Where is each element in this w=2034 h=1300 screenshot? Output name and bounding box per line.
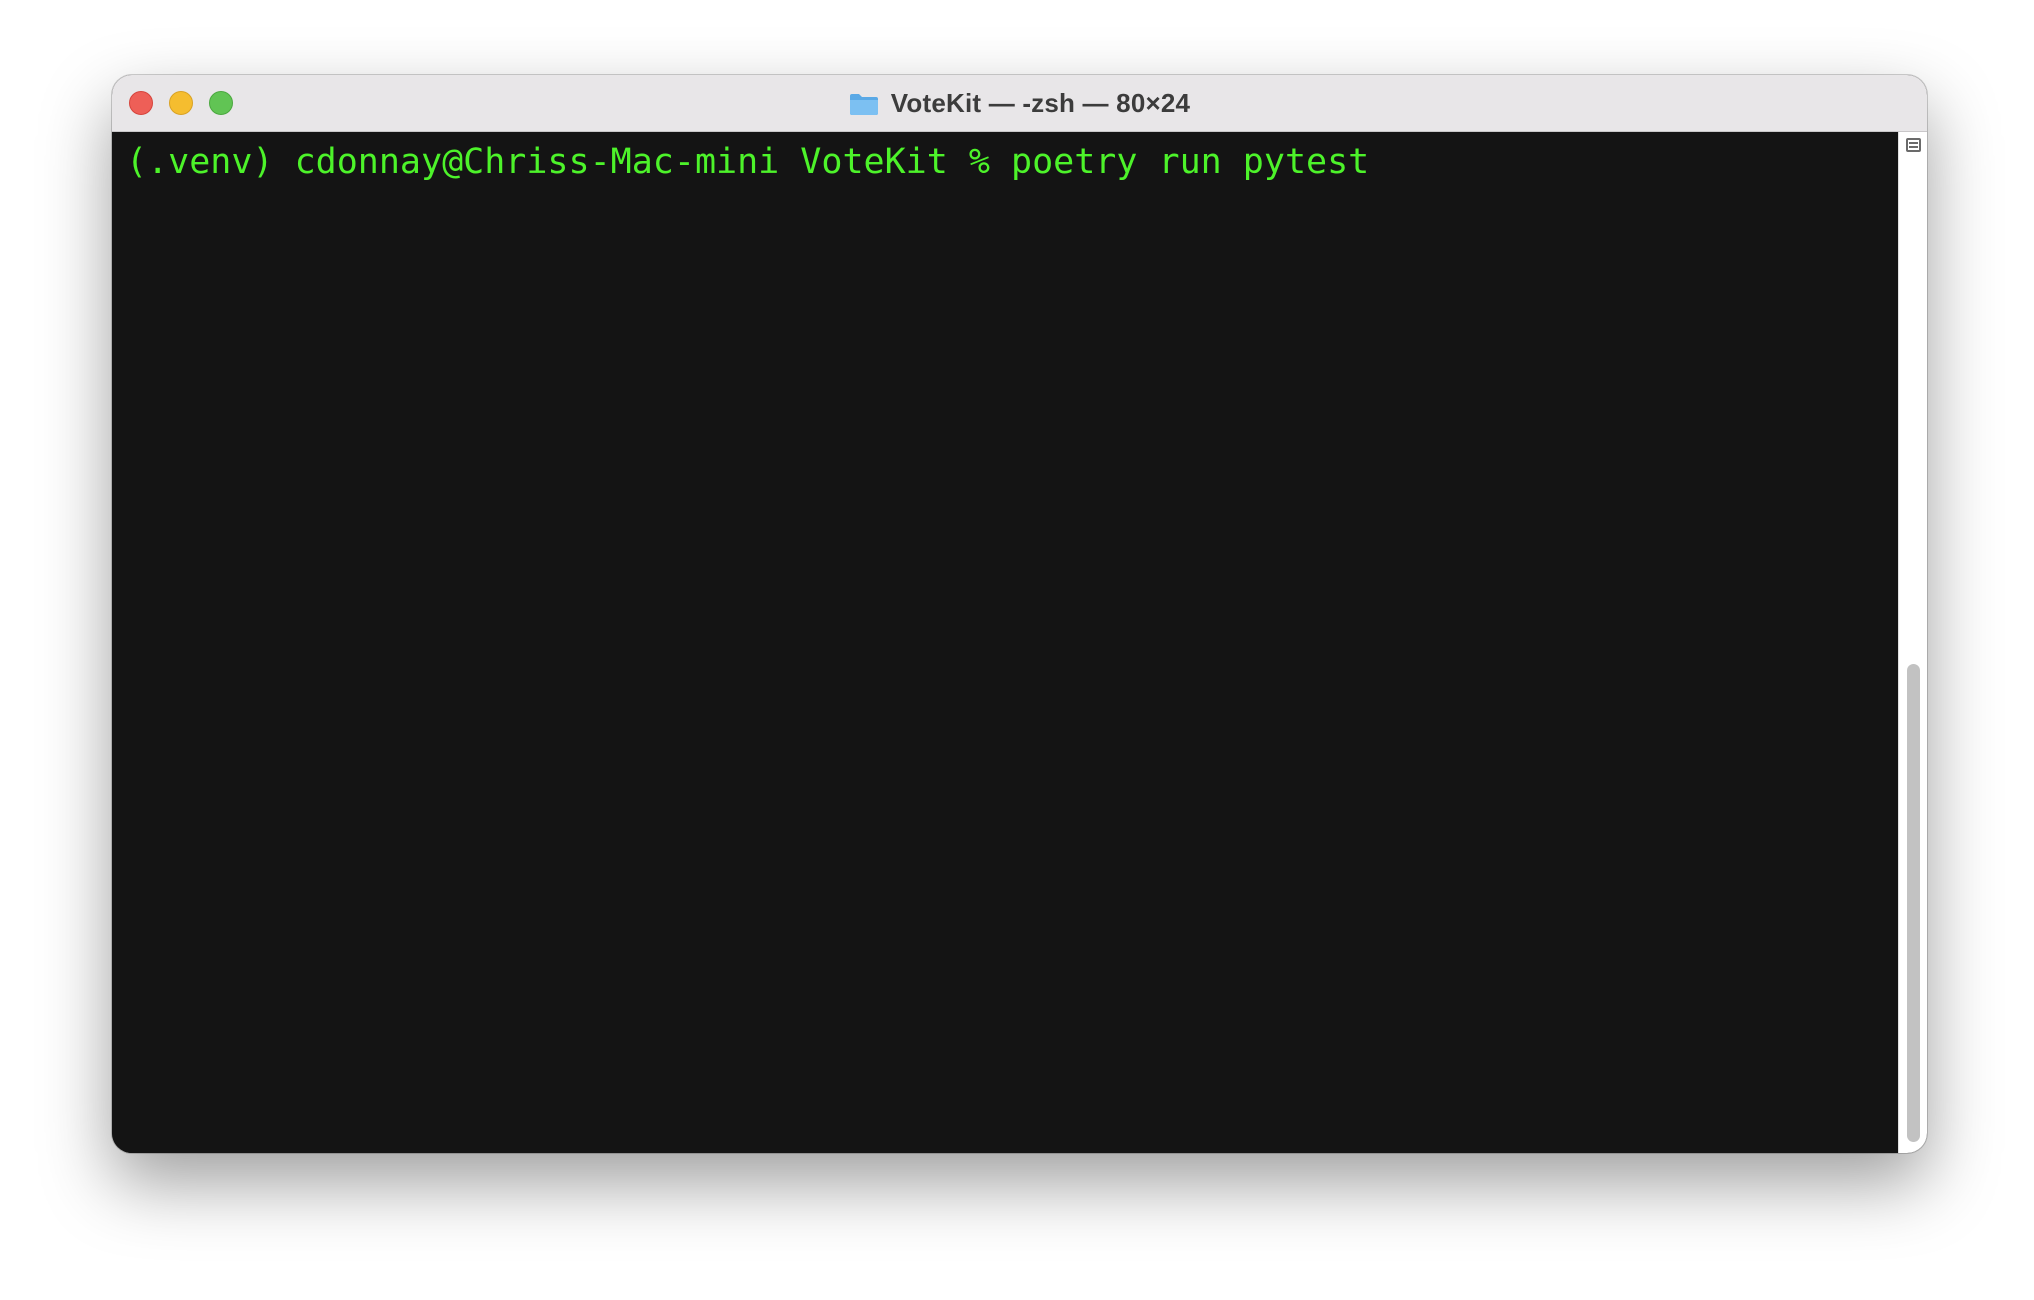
marks-icon[interactable] <box>1906 138 1921 152</box>
window-title-text: VoteKit — -zsh — 80×24 <box>890 88 1191 118</box>
title-bar[interactable]: VoteKit — -zsh — 80×24 <box>112 75 1927 132</box>
terminal-line: (.venv) cdonnay@Chriss-Mac-mini VoteKit … <box>126 142 1370 182</box>
window-title: VoteKit — -zsh — 80×24 <box>112 75 1927 132</box>
folder-icon <box>849 93 878 115</box>
terminal-window: VoteKit — -zsh — 80×24 (.venv) cdonnay@C… <box>112 75 1927 1153</box>
scrollbar-thumb[interactable] <box>1907 664 1920 1142</box>
scrollbar[interactable] <box>1898 132 1927 1153</box>
terminal-content[interactable]: (.venv) cdonnay@Chriss-Mac-mini VoteKit … <box>112 132 1898 1153</box>
